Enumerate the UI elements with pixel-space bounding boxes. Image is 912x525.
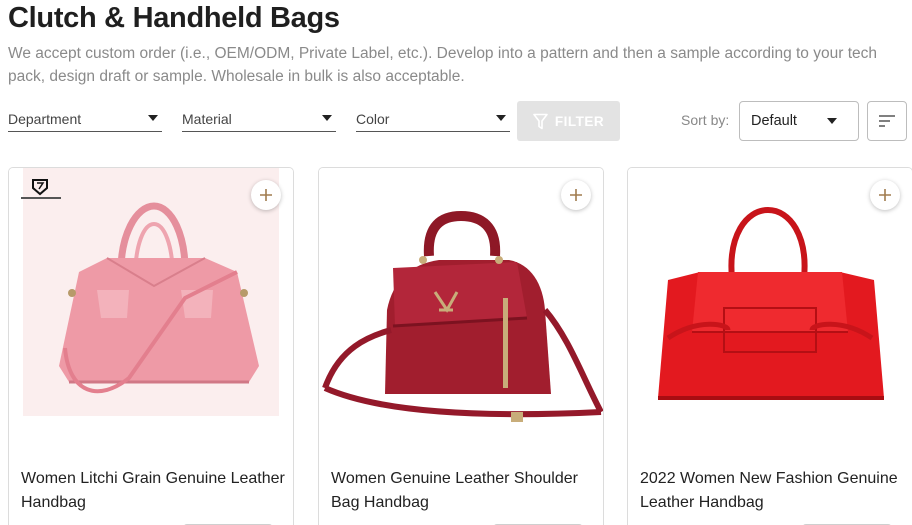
color-select[interactable]: Color [356, 104, 510, 132]
product-card[interactable]: Women Litchi Grain Genuine Leather Handb… [8, 167, 294, 525]
product-image[interactable] [319, 168, 603, 448]
chevron-down-icon [827, 118, 837, 124]
sort-order-button[interactable] [867, 101, 907, 141]
add-to-list-button[interactable] [870, 180, 900, 210]
product-title[interactable]: 2022 Women New Fashion Genuine Leather H… [640, 467, 910, 515]
material-select-label: Material [182, 110, 232, 127]
plus-icon [879, 189, 891, 201]
product-image[interactable] [9, 168, 293, 448]
funnel-icon [533, 113, 548, 129]
sort-lines-icon [879, 115, 895, 127]
add-to-list-button[interactable] [251, 180, 281, 210]
sort-select-value: Default [751, 113, 797, 129]
color-select-label: Color [356, 110, 390, 127]
department-select-label: Department [8, 110, 82, 127]
product-card[interactable]: 2022 Women New Fashion Genuine Leather H… [627, 167, 912, 525]
page-title: Clutch & Handheld Bags [8, 2, 340, 34]
add-to-list-button[interactable] [561, 180, 591, 210]
page-description: We accept custom order (i.e., OEM/ODM, P… [8, 45, 877, 85]
chevron-down-icon [496, 114, 506, 121]
product-title[interactable]: Women Litchi Grain Genuine Leather Handb… [21, 467, 291, 515]
material-select[interactable]: Material [182, 104, 336, 132]
department-select[interactable]: Department [8, 104, 162, 132]
filter-button[interactable]: FILTER [517, 101, 620, 141]
filter-button-label: FILTER [554, 113, 605, 129]
product-title[interactable]: Women Genuine Leather Shoulder Bag Handb… [331, 467, 601, 515]
plus-icon [260, 189, 272, 201]
sort-select[interactable]: Default [739, 101, 859, 141]
product-card[interactable]: Women Genuine Leather Shoulder Bag Handb… [318, 167, 604, 525]
sort-label: Sort by: [681, 112, 730, 128]
plus-icon [570, 189, 582, 201]
product-image[interactable] [628, 168, 912, 448]
chevron-down-icon [322, 114, 332, 121]
chevron-down-icon [148, 114, 158, 121]
